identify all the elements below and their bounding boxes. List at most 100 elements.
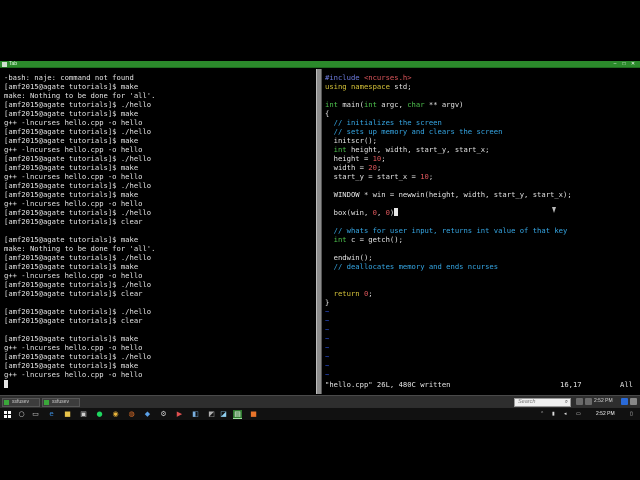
code-token: WINDOW * win = newwin(height, width, sta… (325, 190, 572, 199)
chrome-button[interactable]: ◉ (111, 410, 120, 419)
code-line: return 0; (325, 289, 373, 298)
terminal-icon (44, 400, 49, 405)
spotify-icon: ● (96, 410, 103, 418)
close-button[interactable]: ✕ (630, 62, 636, 67)
show-desktop-icon[interactable] (630, 398, 637, 405)
code-token: ; (428, 172, 434, 181)
media-button[interactable]: ▶ (175, 410, 184, 419)
maximize-button[interactable]: □ (621, 62, 627, 67)
app-button-5[interactable]: ■ (249, 410, 258, 419)
terminal-line: [amf2015@agate tutorials]$ make (4, 235, 139, 244)
action-center-icon[interactable]: ▯ (630, 410, 633, 419)
terminal-line: [amf2015@agate tutorials]$ make (4, 262, 139, 271)
tray-battery-icon[interactable]: ▭ (576, 410, 581, 419)
folder-icon: ■ (64, 410, 71, 418)
empty-line-marker: ~ (325, 343, 330, 352)
code-token: char (407, 100, 429, 109)
code-line: WINDOW * win = newwin(height, width, sta… (325, 190, 572, 199)
tray-network-icon[interactable] (576, 398, 583, 405)
firefox-icon: ◍ (128, 410, 135, 418)
code-token: // whats for user input, returns int val… (325, 226, 568, 235)
tray-network-icon[interactable]: ▮ (552, 410, 555, 419)
minimize-button[interactable]: – (612, 62, 618, 67)
code-line: box(win, 0, 0) (325, 208, 399, 217)
terminal-line: g++ -lncurses hello.cpp -o hello (4, 172, 143, 181)
app-button-2[interactable]: ◧ (191, 410, 200, 419)
search-box[interactable]: Search ⌕ (514, 398, 571, 407)
terminal-line: g++ -lncurses hello.cpp -o hello (4, 199, 143, 208)
window-tab-1[interactable]: ssfusev (2, 398, 40, 407)
terminal-line: -bash: naje: command not found (4, 73, 134, 82)
code-token: box(win, (325, 208, 373, 217)
terminal-line: [amf2015@agate tutorials]$ clear (4, 316, 143, 325)
terminal-taskbar-button[interactable]: ▤ (233, 410, 242, 419)
terminal-line: g++ -lncurses hello.cpp -o hello (4, 343, 143, 352)
terminal-line: [amf2015@agate tutorials]$ clear (4, 289, 143, 298)
editor-pane[interactable]: "hello.cpp" 26L, 480C written 16,17 All … (322, 69, 640, 394)
terminal-line: make: Nothing to be done for 'all'. (4, 244, 156, 253)
terminal-line: g++ -lncurses hello.cpp -o hello (4, 145, 143, 154)
terminal-line: g++ -lncurses hello.cpp -o hello (4, 271, 143, 280)
app-button-3[interactable]: ◩ (207, 410, 216, 419)
windows-taskbar: ○ ▭ e ■ ▣ ● ◉ ◍ ◆ ⚙ ▶ ◧ ◩ ◪ ▤ ■ ⌃ ▮ ◂ ▭ (0, 407, 640, 420)
edge-button[interactable]: e (47, 410, 56, 419)
store-icon: ▣ (80, 410, 87, 418)
tray-volume-icon[interactable]: ◂ (564, 410, 567, 419)
code-token: return (325, 289, 364, 298)
code-token: main( (342, 100, 364, 109)
code-token: 20 (368, 163, 377, 172)
terminal-icon (4, 400, 9, 405)
search-taskbar-button[interactable]: ○ (17, 410, 26, 419)
terminal-line: [amf2015@agate tutorials]$ ./hello (4, 208, 152, 217)
code-line: { (325, 109, 329, 118)
notification-icon[interactable] (621, 398, 628, 405)
tray-volume-icon[interactable] (585, 398, 592, 405)
window-title: Tab (9, 61, 18, 67)
code-token: ** argv) (428, 100, 464, 109)
terminal-line: [amf2015@agate tutorials]$ make (4, 136, 139, 145)
code-line: } (325, 298, 329, 307)
code-token: } (325, 298, 330, 307)
terminal-line: [amf2015@agate tutorials]$ ./hello (4, 253, 152, 262)
code-token: 10 (420, 172, 429, 181)
empty-line-marker: ~ (325, 361, 330, 370)
edge-icon: e (49, 410, 54, 418)
editor-cursor (394, 208, 399, 216)
start-button[interactable] (3, 410, 12, 419)
taskbar-clock[interactable]: 2:52 PM (596, 408, 615, 420)
terminal-line: make: Nothing to be done for 'all'. (4, 91, 156, 100)
terminal-pane[interactable]: -bash: naje: command not found [amf2015@a… (0, 69, 316, 394)
code-token: // initializes the screen (325, 118, 442, 127)
file-explorer-button[interactable]: ■ (63, 410, 72, 419)
chrome-icon: ◉ (112, 410, 119, 418)
store-button[interactable]: ▣ (79, 410, 88, 419)
code-line: height = 10; (325, 154, 386, 163)
app-button-1[interactable]: ◆ (143, 410, 152, 419)
firefox-button[interactable]: ◍ (127, 410, 136, 419)
code-line: using namespace std; (325, 82, 412, 91)
task-view-icon: ▭ (32, 410, 39, 418)
code-token: int (325, 100, 343, 109)
terminal-line: [amf2015@agate tutorials]$ make (4, 361, 139, 370)
task-view-button[interactable]: ▭ (31, 410, 40, 419)
empty-line-marker: ~ (325, 370, 330, 379)
app-icon: ◧ (192, 410, 199, 418)
app-button-4[interactable]: ◪ (219, 410, 228, 419)
terminal-icon: ▤ (234, 409, 241, 418)
code-line: #include <ncurses.h> (325, 73, 412, 82)
window-titlebar[interactable]: Tab – □ ✕ (0, 61, 640, 68)
window-tab-2[interactable]: ssfusev (42, 398, 80, 407)
code-token: int (363, 100, 382, 109)
spotify-button[interactable]: ● (95, 410, 104, 419)
code-token: height, width, start_y, start_x; (350, 145, 490, 154)
code-line: endwin(); (325, 253, 373, 262)
code-token: endwin(); (325, 253, 373, 262)
tray-chevron-icon[interactable]: ⌃ (540, 410, 544, 419)
search-placeholder: Search (518, 399, 536, 405)
code-token: #include (325, 73, 364, 82)
terminal-line: [amf2015@agate tutorials]$ ./hello (4, 280, 152, 289)
code-token: width = (325, 163, 369, 172)
open-windows-strip: ssfusev ssfusev Search ⌕ 2:52 PM (0, 395, 640, 407)
settings-button[interactable]: ⚙ (159, 410, 168, 419)
code-token: int (325, 235, 351, 244)
